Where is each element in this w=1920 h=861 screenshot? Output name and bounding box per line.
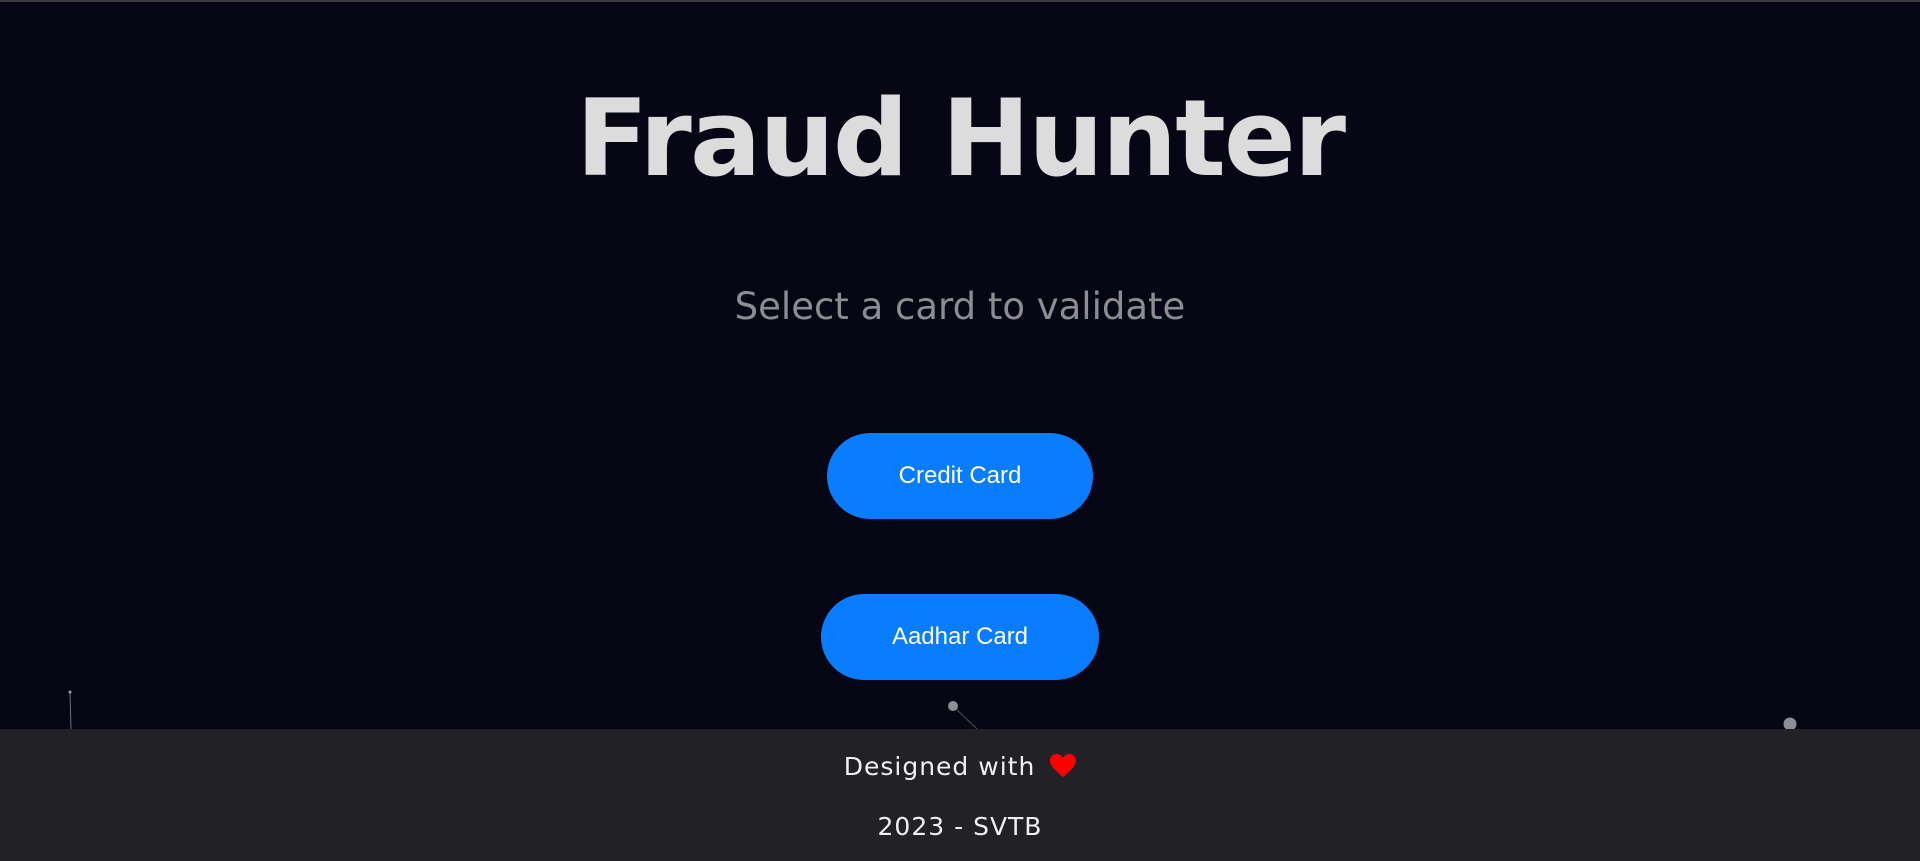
particle-link <box>69 691 72 729</box>
footer-credit-line: Designed with <box>0 747 1920 790</box>
aadhar-card-button[interactable]: Aadhar Card <box>821 594 1099 680</box>
particle-dot <box>1783 717 1797 729</box>
page-title: Fraud Hunter <box>575 77 1346 200</box>
footer: Designed with 2023 - SVTB <box>0 729 1920 861</box>
designed-with-text: Designed with <box>843 752 1036 781</box>
credit-card-button[interactable]: Credit Card <box>827 433 1093 519</box>
footer-copyright: 2023 - SVTB <box>877 812 1043 841</box>
heart-icon <box>1050 750 1077 790</box>
page: Fraud Hunter Select a card to validate C… <box>0 0 1920 861</box>
particle-dot <box>68 690 72 694</box>
particle-dot <box>948 701 958 711</box>
page-subtitle: Select a card to validate <box>734 285 1186 328</box>
